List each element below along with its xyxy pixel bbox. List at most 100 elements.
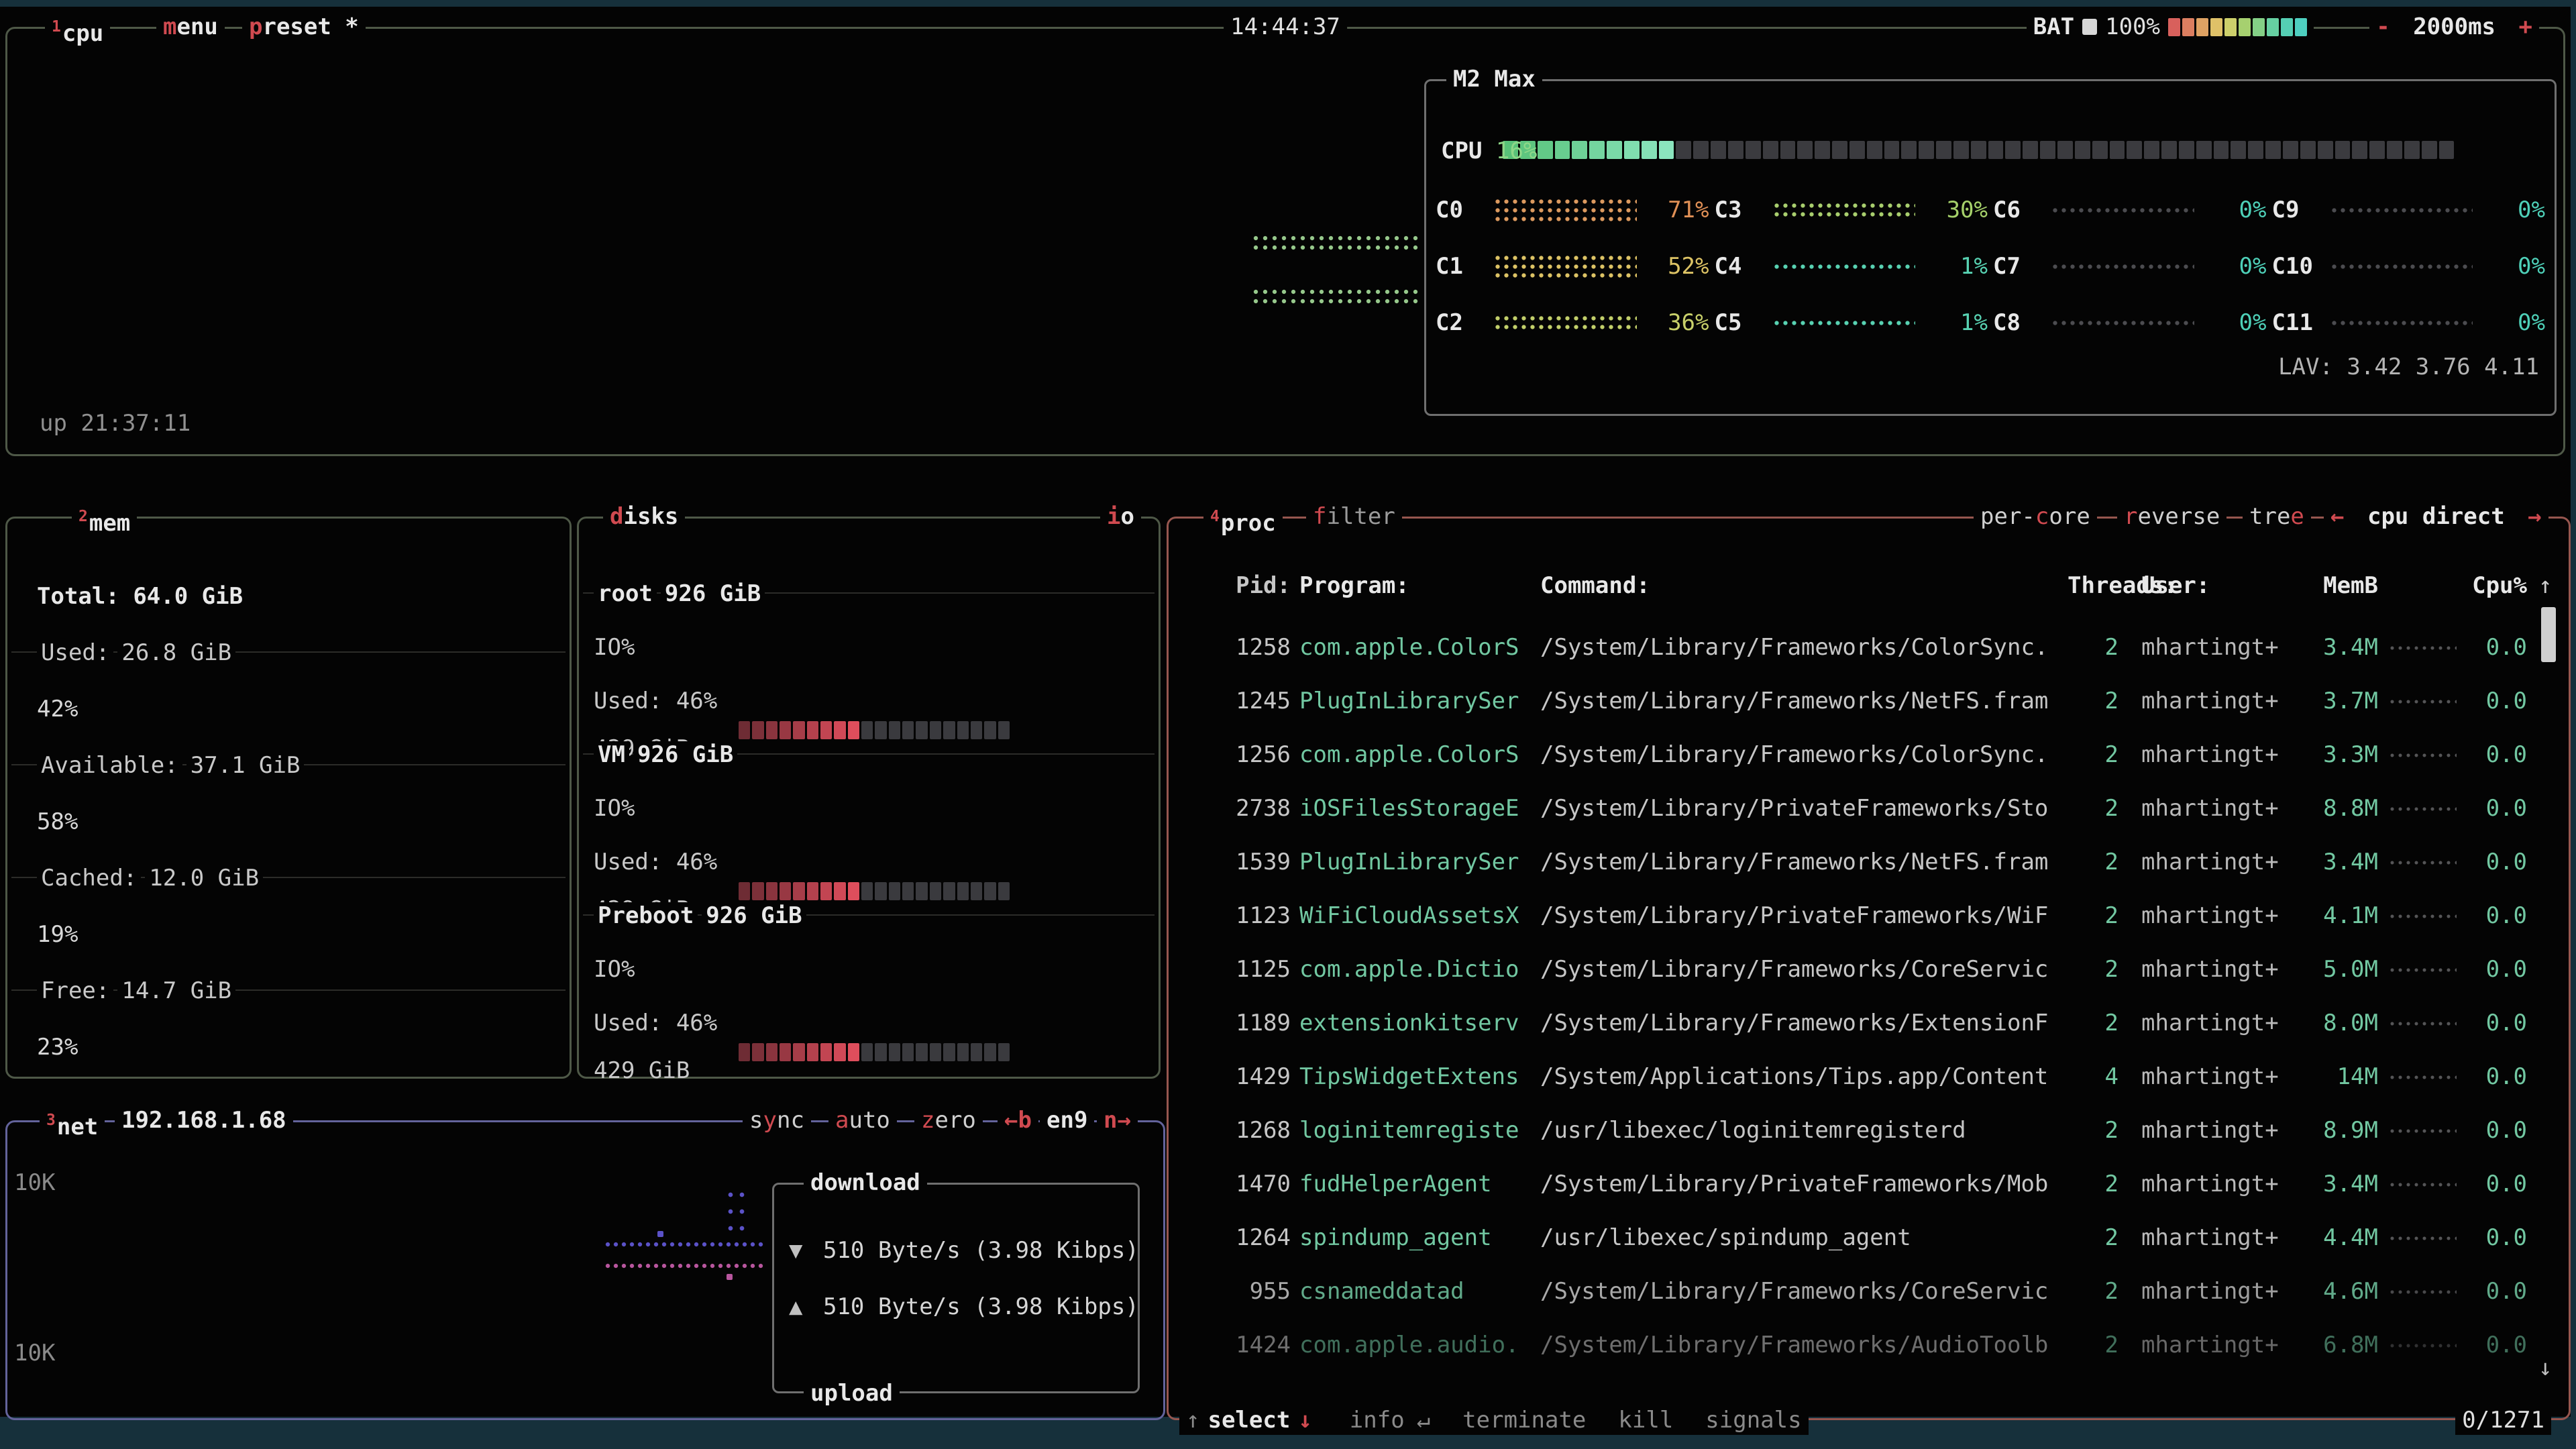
select-button[interactable]: select	[1208, 1405, 1290, 1435]
cpu-hotkey: 1	[52, 18, 61, 36]
menu-button[interactable]: menu	[156, 12, 225, 42]
tab-net[interactable]: 3net	[40, 1106, 105, 1142]
proc-option-reverse[interactable]: reverse	[2117, 502, 2226, 531]
select-down-icon[interactable]: ↓	[1298, 1405, 1311, 1435]
disk-used-row: Used: 46%429 GiB	[594, 686, 1138, 716]
info-button[interactable]: info	[1350, 1405, 1405, 1435]
process-row[interactable]: 1539PlugInLibrarySer/System/Library/Fram…	[1169, 847, 2569, 877]
net-option-sync[interactable]: sync	[743, 1106, 811, 1135]
net-axis-top: 10K	[14, 1168, 55, 1197]
core-usage-c5: C51%	[1715, 294, 1988, 351]
upload-speed: ▲ 510 Byte/s (3.98 Kibps)	[789, 1292, 1139, 1322]
mem-total-value: 64.0 GiB	[133, 583, 243, 610]
process-row[interactable]: 1258com.apple.ColorS/System/Library/Fram…	[1169, 633, 2569, 662]
core-graph	[1493, 314, 1637, 331]
kill-button[interactable]: kill	[1618, 1405, 1673, 1435]
core-graph	[1493, 197, 1637, 223]
cpu-total-meter	[1503, 141, 2454, 159]
tab-mem[interactable]: 2mem	[72, 502, 137, 538]
net-box: 3net 192.168.1.68 ←b en9 n→ 10K 10K down…	[5, 1120, 1165, 1420]
sort-right-arrow[interactable]: →	[2528, 503, 2541, 530]
net-next-iface-button[interactable]: n→	[1097, 1106, 1138, 1135]
tab-cpu[interactable]: 1cpu	[45, 12, 110, 48]
process-row[interactable]: 1189extensionkitserv/System/Library/Fram…	[1169, 1008, 2569, 1038]
tab-proc[interactable]: 4proc	[1203, 502, 1283, 538]
mem-stat-meter: 42%	[37, 694, 551, 724]
proc-scrollbar-thumb[interactable]	[2541, 607, 2556, 662]
core-graph	[1493, 254, 1637, 280]
disk-io-row: IO%	[594, 794, 1138, 823]
mem-box: 2mem Total: 64.0 GiB Used:26.8 GiB42%Ava…	[5, 517, 572, 1079]
mem-stat-meter: 23%	[37, 1032, 551, 1062]
process-row[interactable]: 1256com.apple.ColorS/System/Library/Fram…	[1169, 740, 2569, 769]
disk-name-row: VM926 GiB	[594, 740, 1138, 769]
download-speed: ▼ 510 Byte/s (3.98 Kibps)	[789, 1236, 1139, 1265]
refresh-rate-control: - 2000ms +	[2369, 12, 2539, 42]
cpu-box: 1cpu menu preset * 14:44:37 BAT 100% - 2…	[5, 27, 2565, 456]
net-option-zero[interactable]: zero	[914, 1106, 983, 1135]
refresh-plus-button[interactable]: +	[2519, 13, 2532, 40]
process-row[interactable]: 1123WiFiCloudAssetsX/System/Library/Priv…	[1169, 901, 2569, 930]
core-usage-c6: C60%	[1993, 182, 2267, 238]
tab-io[interactable]: io	[1100, 502, 1141, 531]
sort-column-label: cpu direct	[2367, 503, 2505, 530]
disk-used-row: Used: 46%429 GiB	[594, 847, 1138, 877]
upload-arrow-icon: ▲	[789, 1293, 802, 1320]
signals-button[interactable]: signals	[1705, 1405, 1801, 1435]
process-row[interactable]: 1429TipsWidgetExtens/System/Applications…	[1169, 1062, 2569, 1091]
process-row[interactable]: 1268loginitemregiste/usr/libexec/loginit…	[1169, 1116, 2569, 1145]
process-row[interactable]: 955csnameddatad/System/Library/Framework…	[1169, 1277, 2569, 1306]
mem-stat-meter: 19%	[37, 920, 551, 949]
net-iface-name: en9	[1040, 1106, 1094, 1135]
process-row[interactable]: 1245PlugInLibrarySer/System/Library/Fram…	[1169, 686, 2569, 716]
process-row[interactable]: 2738iOSFilesStorageE/System/Library/Priv…	[1169, 794, 2569, 823]
download-box-title: download	[804, 1168, 927, 1197]
core-graph	[2051, 206, 2194, 215]
sort-left-arrow[interactable]: ←	[2330, 503, 2344, 530]
process-row[interactable]: 1264spindump_agent/usr/libexec/spindump_…	[1169, 1223, 2569, 1252]
core-usage-c9: C90%	[2272, 182, 2546, 238]
battery-icon	[2082, 19, 2097, 35]
core-graph	[2330, 319, 2473, 327]
core-usage-c7: C70%	[1993, 238, 2267, 294]
proc-count: 0/1271	[2455, 1405, 2551, 1435]
process-row[interactable]: 1470fudHelperAgent/System/Library/Privat…	[1169, 1169, 2569, 1199]
disk-entries: root926 GiBIO%Used: 46%429 GiBVM926 GiBI…	[579, 519, 1159, 1077]
tab-disks[interactable]: disks	[603, 502, 685, 531]
filter-button[interactable]: filter	[1306, 502, 1402, 531]
load-average: LAV: 3.42 3.76 4.11	[2278, 352, 2539, 382]
core-graph	[1772, 319, 1916, 327]
process-row[interactable]: 1125com.apple.Dictio/System/Library/Fram…	[1169, 955, 2569, 984]
preset-button[interactable]: preset *	[242, 12, 366, 42]
scroll-down-icon[interactable]: ↓	[2538, 1353, 2552, 1383]
refresh-rate-value: 2000ms	[2413, 13, 2496, 40]
net-ip-address: 192.168.1.68	[115, 1106, 293, 1135]
download-graph	[657, 1231, 663, 1237]
uptime: up 21:37:11	[40, 409, 191, 438]
core-usage-c11: C110%	[2272, 294, 2546, 351]
core-grid: C071%C152%C236%C330%C41%C51%C60%C70%C80%…	[1430, 182, 2551, 356]
core-graph	[1772, 201, 1916, 219]
process-row[interactable]: 1424com.apple.audio./System/Library/Fram…	[1169, 1330, 2569, 1360]
mem-stat-row: Used:26.8 GiB	[37, 638, 551, 667]
cpu-model-title: M2 Max	[1446, 64, 1542, 94]
net-option-auto[interactable]: auto	[828, 1106, 897, 1135]
process-list: 1258com.apple.ColorS/System/Library/Fram…	[1169, 519, 2569, 1418]
select-up-icon[interactable]: ↑	[1186, 1405, 1199, 1435]
net-axis-bottom: 10K	[14, 1338, 55, 1368]
proc-option-per-core[interactable]: per-core	[1974, 502, 2097, 531]
net-prev-iface-button[interactable]: ←b	[998, 1106, 1038, 1135]
mem-total-label: Total:	[37, 583, 119, 610]
cpu-total-percent: 16%	[1496, 138, 1537, 164]
refresh-minus-button[interactable]: -	[2376, 13, 2390, 40]
proc-box: 4proc filter ← cpu direct → Pid: Program…	[1167, 517, 2571, 1420]
proc-option-tree[interactable]: tree	[2243, 502, 2311, 531]
upload-box-title: upload	[804, 1379, 900, 1408]
core-graph	[2330, 262, 2473, 271]
clock: 14:44:37	[1224, 12, 1347, 42]
upload-graph	[604, 1262, 765, 1270]
proc-footer: ↑ select ↓ info ↵ terminate kill signals	[1179, 1405, 1809, 1435]
battery-meter	[2168, 18, 2307, 36]
core-graph	[2330, 206, 2473, 215]
terminate-button[interactable]: terminate	[1462, 1405, 1586, 1435]
